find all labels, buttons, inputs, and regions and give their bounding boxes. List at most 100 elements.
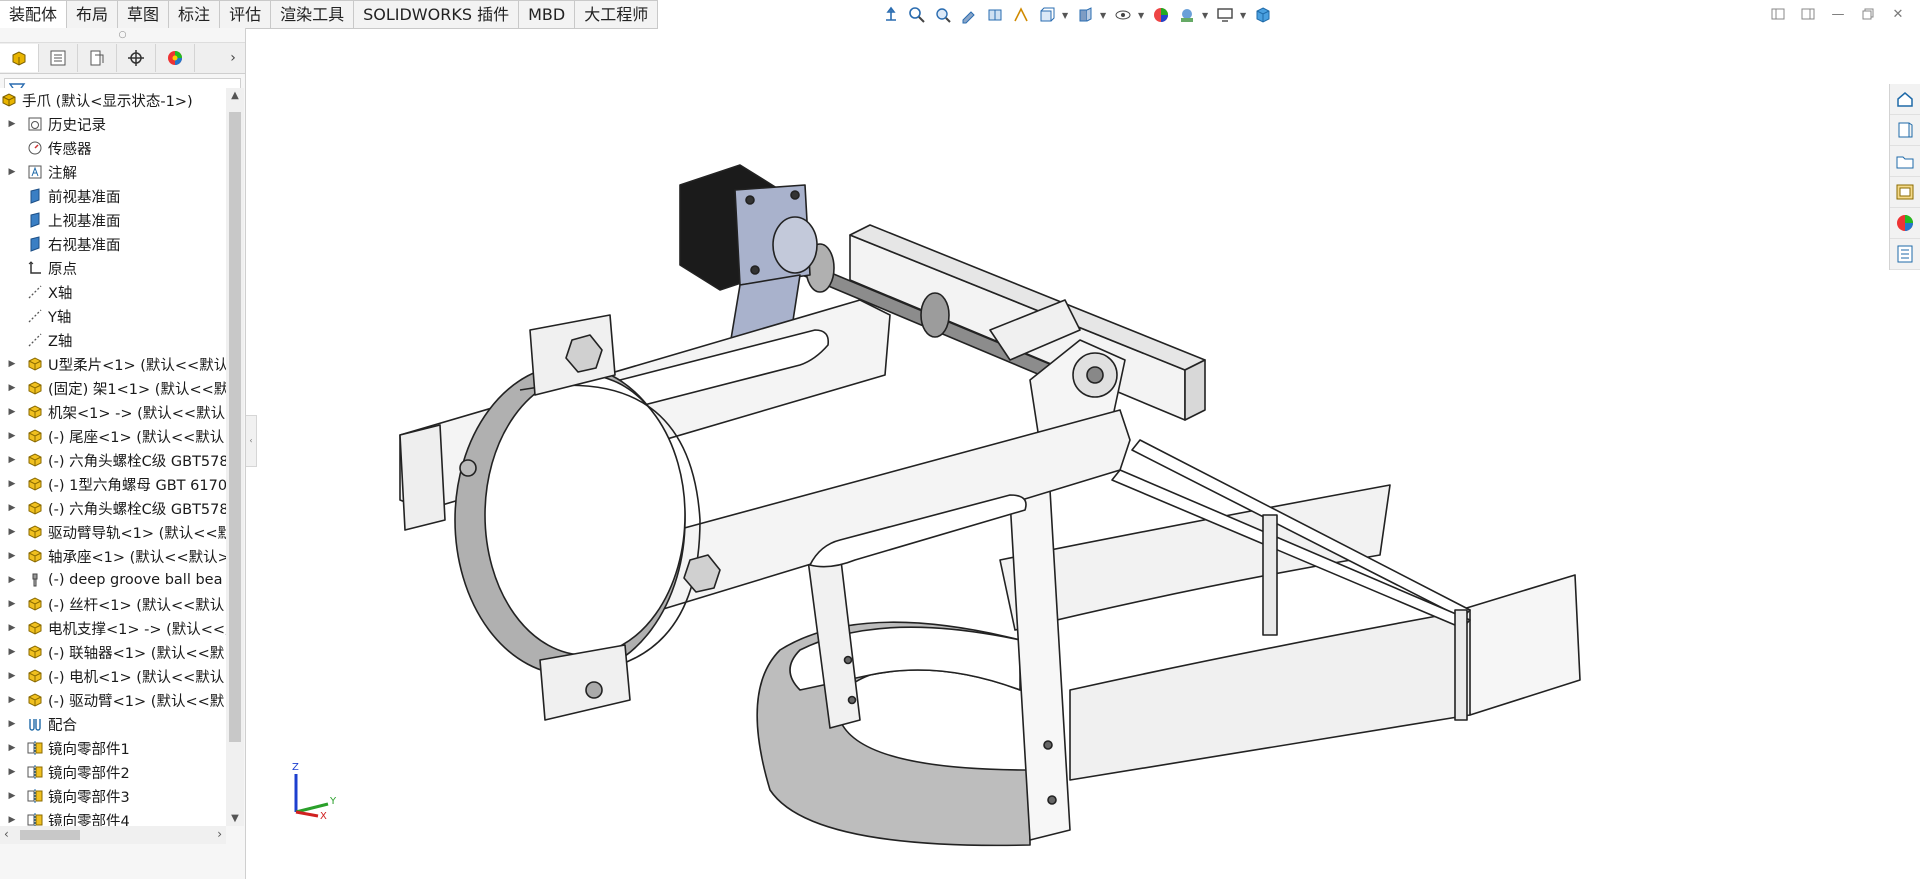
tree-item[interactable]: ▶ (-) 联轴器<1> (默认<<默 (0, 640, 226, 664)
view-type-icon[interactable] (1036, 4, 1058, 26)
tree-item[interactable]: ▶ (-) 六角头螺栓C级 GBT578 (0, 448, 226, 472)
tree-item[interactable]: ▶ (-) 电机<1> (默认<<默认 (0, 664, 226, 688)
tree-item[interactable]: ▶ (-) 丝杆<1> (默认<<默认 (0, 592, 226, 616)
tree-item[interactable]: 前视基准面 (0, 184, 226, 208)
edit-appearance-icon[interactable] (1150, 4, 1172, 26)
appearances-icon[interactable] (1890, 208, 1920, 239)
scroll-left-icon[interactable]: ‹ (4, 827, 9, 841)
tree-item[interactable]: Z轴 (0, 328, 226, 352)
home-icon[interactable] (1890, 84, 1920, 115)
expand-arrow-icon[interactable]: ▶ (6, 695, 18, 705)
expand-arrow-icon[interactable]: ▶ (6, 719, 18, 729)
zoom-area-icon[interactable] (932, 4, 954, 26)
tree-vertical-scrollbar[interactable]: ▲ ▼ (226, 88, 244, 826)
tab-3[interactable]: 标注 (169, 0, 221, 29)
dimxpert-icon[interactable] (117, 44, 156, 72)
scrollbar-thumb[interactable] (229, 112, 241, 742)
tree-item[interactable]: ▶ (-) 六角头螺栓C级 GBT578 (0, 496, 226, 520)
configuration-icon[interactable] (78, 44, 117, 72)
apply-scene-icon[interactable] (1176, 4, 1198, 26)
tile-right-icon[interactable] (1796, 3, 1820, 25)
chevron-down-icon[interactable]: ▼ (1202, 11, 1210, 20)
tree-item[interactable]: ▶ (-) 驱动臂<1> (默认<<默 (0, 688, 226, 712)
expand-arrow-icon[interactable]: ▶ (6, 167, 18, 177)
tab-5[interactable]: 渲染工具 (271, 0, 355, 29)
minimize-icon[interactable]: — (1826, 3, 1850, 25)
cube-icon[interactable] (1252, 4, 1274, 26)
tree-item[interactable]: ▶ 镜向零部件2 (0, 760, 226, 784)
tree-item[interactable]: ▶ 注解 (0, 160, 226, 184)
expand-arrow-icon[interactable]: ▶ (6, 815, 18, 825)
graphics-area[interactable] (248, 28, 1882, 879)
tab-2[interactable]: 草图 (118, 0, 170, 29)
expand-arrow-icon[interactable]: ▶ (6, 599, 18, 609)
appearance-icon[interactable] (156, 44, 195, 72)
tree-item[interactable]: ▶ 机架<1> -> (默认<<默认 (0, 400, 226, 424)
expand-arrow-icon[interactable]: ▶ (6, 647, 18, 657)
propertymanager-icon[interactable] (39, 44, 78, 72)
tree-item[interactable]: X轴 (0, 280, 226, 304)
view-palette-icon[interactable] (1890, 177, 1920, 208)
expand-arrow-icon[interactable]: ▶ (6, 503, 18, 513)
expand-arrow-icon[interactable]: ▶ (6, 623, 18, 633)
expand-arrow-icon[interactable]: ▶ (6, 743, 18, 753)
scroll-down-icon[interactable]: ▼ (226, 813, 244, 824)
expand-arrow-icon[interactable]: ▶ (6, 359, 18, 369)
tree-item[interactable]: ▶ 配合 (0, 712, 226, 736)
view-settings-icon[interactable] (1214, 4, 1236, 26)
chevron-down-icon[interactable]: ▼ (1062, 11, 1070, 20)
expand-arrow-icon[interactable]: ▶ (6, 671, 18, 681)
tree-root[interactable]: 手爪 (默认<显示状态-1>) (0, 88, 226, 112)
tree-item[interactable]: ▶ 镜向零部件4 (0, 808, 226, 826)
expand-arrow-icon[interactable]: ▶ (6, 383, 18, 393)
expand-arrow-icon[interactable]: ▶ (6, 791, 18, 801)
tree-item[interactable]: ▶ 驱动臂导轨<1> (默认<<默 (0, 520, 226, 544)
chevron-down-icon[interactable]: ▼ (1138, 11, 1146, 20)
tree-item[interactable]: Y轴 (0, 304, 226, 328)
dynamic-annotation-icon[interactable] (1010, 4, 1032, 26)
tree-item[interactable]: 传感器 (0, 136, 226, 160)
zoom-fit-icon[interactable] (906, 4, 928, 26)
tab-6[interactable]: SOLIDWORKS 插件 (354, 0, 520, 29)
scrollbar-thumb[interactable] (20, 830, 80, 840)
design-library-icon[interactable] (1890, 115, 1920, 146)
scroll-up-icon[interactable]: ▲ (226, 90, 244, 101)
view-orientation-icon[interactable] (880, 4, 902, 26)
previous-view-icon[interactable] (958, 4, 980, 26)
assembly-model[interactable] (248, 28, 1882, 879)
tile-left-icon[interactable] (1766, 3, 1790, 25)
tree-item[interactable]: ▶ (-) 1型六角螺母 GBT 6170 (0, 472, 226, 496)
tab-7[interactable]: MBD (519, 0, 576, 29)
tab-1[interactable]: 布局 (67, 0, 119, 29)
restore-icon[interactable] (1856, 3, 1880, 25)
chevron-down-icon[interactable]: ▼ (1100, 11, 1108, 20)
section-view-icon[interactable] (984, 4, 1006, 26)
tab-0[interactable]: 装配体 (0, 0, 68, 29)
file-explorer-icon[interactable] (1890, 146, 1920, 177)
tab-4[interactable]: 评估 (220, 0, 272, 29)
expand-arrow-icon[interactable]: ▶ (6, 479, 18, 489)
display-style-icon[interactable] (1074, 4, 1096, 26)
chevron-right-icon[interactable]: › (221, 50, 245, 66)
expand-arrow-icon[interactable]: ▶ (6, 527, 18, 537)
tree-item[interactable]: ▶ U型柔片<1> (默认<<默认 (0, 352, 226, 376)
scroll-right-icon[interactable]: › (217, 827, 222, 841)
tree-item[interactable]: ▶ 历史记录 (0, 112, 226, 136)
tree-item[interactable]: ▶ 电机支撑<1> -> (默认<<默 (0, 616, 226, 640)
tab-8[interactable]: 大工程师 (575, 0, 659, 29)
tree-item[interactable]: ▶ (-) deep groove ball bea (0, 568, 226, 592)
close-icon[interactable]: ✕ (1886, 3, 1910, 25)
tree-item[interactable]: 上视基准面 (0, 208, 226, 232)
tree-item[interactable]: 右视基准面 (0, 232, 226, 256)
expand-arrow-icon[interactable]: ▶ (6, 407, 18, 417)
featuremanager-icon[interactable] (0, 44, 39, 72)
tree-item[interactable]: ▶ (固定) 架1<1> (默认<<默 (0, 376, 226, 400)
custom-properties-icon[interactable] (1890, 239, 1920, 270)
expand-arrow-icon[interactable]: ▶ (6, 767, 18, 777)
expand-arrow-icon[interactable]: ▶ (6, 575, 18, 585)
tree-item[interactable]: ▶ (-) 尾座<1> (默认<<默认 (0, 424, 226, 448)
tree-item[interactable]: ▶ 轴承座<1> (默认<<默认>_ (0, 544, 226, 568)
tree-horizontal-scrollbar[interactable]: ‹ › (0, 826, 226, 844)
hide-show-icon[interactable] (1112, 4, 1134, 26)
tree-item[interactable]: 原点 (0, 256, 226, 280)
